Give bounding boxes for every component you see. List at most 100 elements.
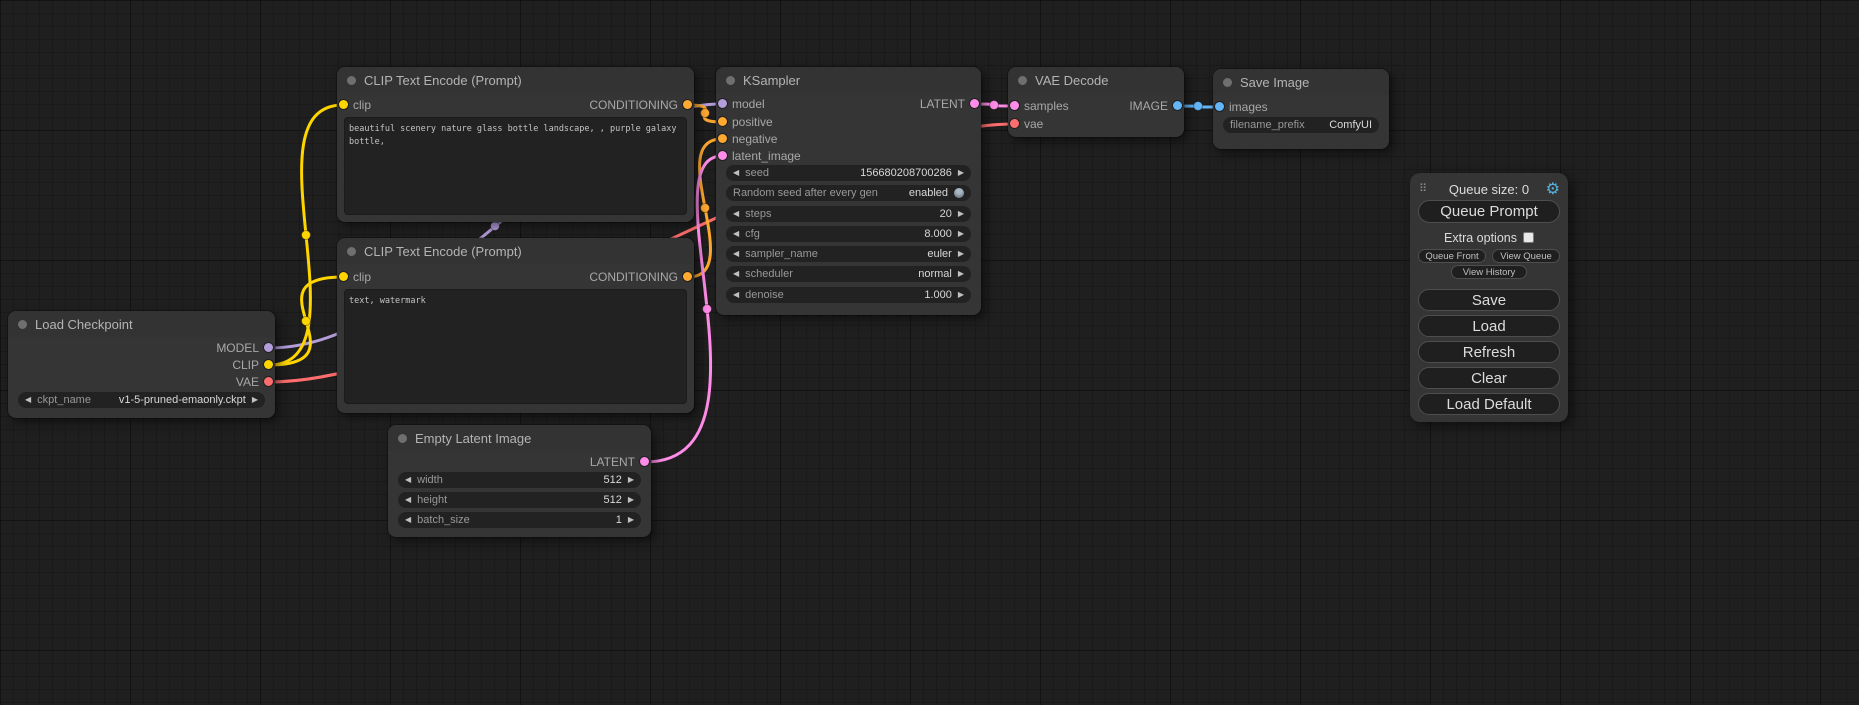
input-port-images[interactable]: [1215, 102, 1224, 111]
link-midpoint-dot: [701, 109, 710, 118]
arrow-left-icon[interactable]: ◀: [733, 230, 739, 238]
node-clip-text-encode-negative[interactable]: CLIP Text Encode (Prompt) clip CONDITION…: [337, 238, 694, 413]
extra-options-checkbox[interactable]: [1523, 232, 1534, 243]
arrow-right-icon[interactable]: ▶: [958, 230, 964, 238]
node-title-bar[interactable]: Save Image: [1213, 69, 1389, 95]
input-label-latent-image: latent_image: [732, 149, 801, 163]
arrow-right-icon[interactable]: ▶: [958, 270, 964, 278]
output-port-vae[interactable]: [264, 377, 273, 386]
node-title-bar[interactable]: Load Checkpoint: [8, 311, 275, 337]
arrow-left-icon[interactable]: ◀: [733, 250, 739, 258]
node-title-bar[interactable]: KSampler: [716, 67, 981, 93]
input-port-clip[interactable]: [339, 272, 348, 281]
widget-name: ckpt_name: [37, 394, 91, 406]
load-button[interactable]: Load: [1418, 315, 1560, 337]
node-title: CLIP Text Encode (Prompt): [364, 73, 522, 88]
input-port-latent-image[interactable]: [718, 151, 727, 160]
prompt-textarea[interactable]: beautiful scenery nature glass bottle la…: [344, 117, 687, 215]
save-button[interactable]: Save: [1418, 289, 1560, 311]
input-port-model[interactable]: [718, 99, 727, 108]
widget-value: v1-5-pruned-emaonly.ckpt: [119, 394, 246, 406]
node-ksampler[interactable]: KSampler model LATENT positive negative …: [716, 67, 981, 315]
input-label-clip: clip: [353, 98, 371, 112]
input-port-samples[interactable]: [1010, 101, 1019, 110]
load-default-button[interactable]: Load Default: [1418, 393, 1560, 415]
output-label-clip: CLIP: [232, 358, 259, 372]
output-port-image[interactable]: [1173, 101, 1182, 110]
arrow-left-icon[interactable]: ◀: [733, 210, 739, 218]
input-port-clip[interactable]: [339, 100, 348, 109]
collapse-dot-icon[interactable]: [1223, 78, 1232, 87]
node-title-bar[interactable]: VAE Decode: [1008, 67, 1184, 93]
widget-steps[interactable]: ◀ steps 20 ▶: [726, 206, 971, 222]
node-title-bar[interactable]: CLIP Text Encode (Prompt): [337, 238, 694, 264]
output-port-conditioning[interactable]: [683, 272, 692, 281]
widget-scheduler[interactable]: ◀ scheduler normal ▶: [726, 266, 971, 282]
settings-gear-icon[interactable]: ⚙: [1546, 179, 1560, 199]
widget-ckpt-name[interactable]: ◀ ckpt_name v1-5-pruned-emaonly.ckpt ▶: [18, 392, 265, 408]
collapse-dot-icon[interactable]: [726, 76, 735, 85]
node-title-bar[interactable]: CLIP Text Encode (Prompt): [337, 67, 694, 93]
widget-height[interactable]: ◀ height 512 ▶: [398, 492, 641, 508]
arrow-right-icon[interactable]: ▶: [252, 396, 258, 404]
input-label-samples: samples: [1024, 99, 1069, 113]
node-load-checkpoint[interactable]: Load Checkpoint MODEL CLIP VAE ◀ ckpt_na…: [8, 311, 275, 418]
arrow-left-icon[interactable]: ◀: [405, 516, 411, 524]
collapse-dot-icon[interactable]: [1018, 76, 1027, 85]
widget-value: 156680208700286: [860, 167, 952, 179]
arrow-left-icon[interactable]: ◀: [733, 291, 739, 299]
input-port-positive[interactable]: [718, 117, 727, 126]
node-save-image[interactable]: Save Image images filename_prefix ComfyU…: [1213, 69, 1389, 149]
queue-front-button[interactable]: Queue Front: [1418, 249, 1486, 263]
widget-sampler-name[interactable]: ◀ sampler_name euler ▶: [726, 246, 971, 262]
clear-button[interactable]: Clear: [1418, 367, 1560, 389]
slot-row: negative: [716, 131, 981, 147]
queue-prompt-button[interactable]: Queue Prompt: [1418, 200, 1560, 223]
view-queue-button[interactable]: View Queue: [1492, 249, 1560, 263]
arrow-left-icon[interactable]: ◀: [405, 476, 411, 484]
collapse-dot-icon[interactable]: [347, 76, 356, 85]
arrow-left-icon[interactable]: ◀: [733, 169, 739, 177]
input-port-negative[interactable]: [718, 134, 727, 143]
collapse-dot-icon[interactable]: [398, 434, 407, 443]
output-label-model: MODEL: [216, 341, 259, 355]
widget-random-seed-toggle[interactable]: Random seed after every gen enabled: [726, 185, 971, 201]
output-port-model[interactable]: [264, 343, 273, 352]
input-port-vae[interactable]: [1010, 119, 1019, 128]
arrow-right-icon[interactable]: ▶: [958, 169, 964, 177]
widget-value: 1: [616, 514, 622, 526]
widget-batch-size[interactable]: ◀ batch_size 1 ▶: [398, 512, 641, 528]
arrow-right-icon[interactable]: ▶: [628, 476, 634, 484]
node-title-bar[interactable]: Empty Latent Image: [388, 425, 651, 451]
arrow-right-icon[interactable]: ▶: [628, 496, 634, 504]
collapse-dot-icon[interactable]: [347, 247, 356, 256]
arrow-right-icon[interactable]: ▶: [628, 516, 634, 524]
collapse-dot-icon[interactable]: [18, 320, 27, 329]
refresh-button[interactable]: Refresh: [1418, 341, 1560, 363]
output-port-latent[interactable]: [970, 99, 979, 108]
output-port-latent[interactable]: [640, 457, 649, 466]
widget-width[interactable]: ◀ width 512 ▶: [398, 472, 641, 488]
node-clip-text-encode-positive[interactable]: CLIP Text Encode (Prompt) clip CONDITION…: [337, 67, 694, 222]
slot-row: latent_image: [716, 148, 981, 164]
node-vae-decode[interactable]: VAE Decode samples IMAGE vae: [1008, 67, 1184, 137]
toggle-knob[interactable]: [954, 188, 964, 198]
arrow-left-icon[interactable]: ◀: [405, 496, 411, 504]
view-history-button[interactable]: View History: [1451, 265, 1527, 279]
output-port-conditioning[interactable]: [683, 100, 692, 109]
arrow-left-icon[interactable]: ◀: [25, 396, 31, 404]
widget-denoise[interactable]: ◀ denoise 1.000 ▶: [726, 287, 971, 303]
arrow-right-icon[interactable]: ▶: [958, 291, 964, 299]
widget-seed[interactable]: ◀ seed 156680208700286 ▶: [726, 165, 971, 181]
arrow-left-icon[interactable]: ◀: [733, 270, 739, 278]
arrow-right-icon[interactable]: ▶: [958, 250, 964, 258]
node-empty-latent-image[interactable]: Empty Latent Image LATENT ◀ width 512 ▶ …: [388, 425, 651, 537]
widget-filename-prefix[interactable]: filename_prefix ComfyUI: [1223, 117, 1379, 133]
graph-canvas[interactable]: Load Checkpoint MODEL CLIP VAE ◀ ckpt_na…: [0, 0, 1859, 705]
output-port-clip[interactable]: [264, 360, 273, 369]
prompt-textarea[interactable]: text, watermark: [344, 289, 687, 404]
arrow-right-icon[interactable]: ▶: [958, 210, 964, 218]
widget-cfg[interactable]: ◀ cfg 8.000 ▶: [726, 226, 971, 242]
drag-handle-icon[interactable]: ⠿: [1419, 182, 1427, 195]
queue-panel-header: ⠿ Queue size: 0 ⚙: [1410, 181, 1568, 197]
